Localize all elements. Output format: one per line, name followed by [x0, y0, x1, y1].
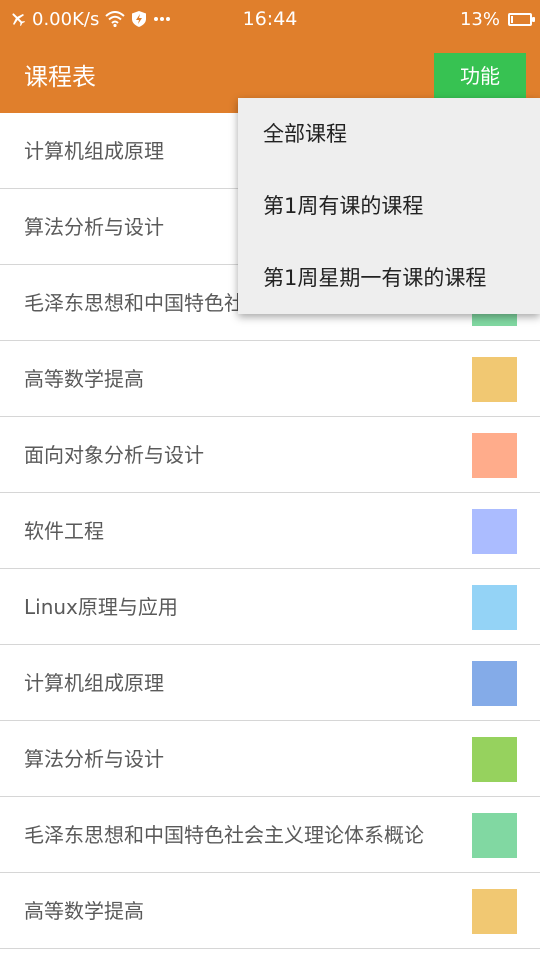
- course-color-swatch: [472, 585, 517, 630]
- course-row[interactable]: 面向对象分析与设计: [0, 417, 540, 493]
- menu-item[interactable]: 第1周有课的课程: [238, 170, 540, 242]
- course-row[interactable]: 毛泽东思想和中国特色社会主义理论体系概论: [0, 797, 540, 873]
- course-name: 软件工程: [24, 519, 104, 543]
- course-color-swatch: [472, 737, 517, 782]
- course-name: Linux原理与应用: [24, 595, 178, 619]
- course-color-swatch: [472, 889, 517, 934]
- course-name: 高等数学提高: [24, 899, 144, 923]
- course-row[interactable]: Linux原理与应用: [0, 569, 540, 645]
- course-name: 算法分析与设计: [24, 215, 164, 239]
- page-title: 课程表: [24, 63, 96, 91]
- function-button[interactable]: 功能: [434, 53, 526, 99]
- course-row[interactable]: 高等数学提高: [0, 341, 540, 417]
- battery-percent: 13%: [459, 8, 500, 30]
- course-row[interactable]: 计算机组成原理: [0, 645, 540, 721]
- menu-item[interactable]: 全部课程: [238, 98, 540, 170]
- course-row[interactable]: 高等数学提高: [0, 873, 540, 949]
- course-name: 毛泽东思想和中国特色社会主义理论体系概论: [24, 823, 424, 847]
- course-name: 计算机组成原理: [24, 139, 164, 163]
- course-row[interactable]: 算法分析与设计: [0, 721, 540, 797]
- status-bar: 0.00K/s 16:44 13%: [0, 0, 540, 38]
- course-name: 高等数学提高: [24, 367, 144, 391]
- battery-icon: [508, 12, 535, 26]
- course-name: 面向对象分析与设计: [24, 443, 204, 467]
- course-name: 计算机组成原理: [24, 671, 164, 695]
- course-color-swatch: [472, 433, 517, 478]
- course-color-swatch: [472, 661, 517, 706]
- course-row[interactable]: 软件工程: [0, 493, 540, 569]
- function-dropdown-menu: 全部课程 第1周有课的课程 第1周星期一有课的课程: [238, 98, 540, 314]
- course-color-swatch: [472, 509, 517, 554]
- course-color-swatch: [472, 813, 517, 858]
- status-right: 13%: [459, 0, 535, 38]
- battery-level-fill: [511, 15, 513, 23]
- menu-item[interactable]: 第1周星期一有课的课程: [238, 242, 540, 314]
- course-name: 算法分析与设计: [24, 747, 164, 771]
- course-color-swatch: [472, 357, 517, 402]
